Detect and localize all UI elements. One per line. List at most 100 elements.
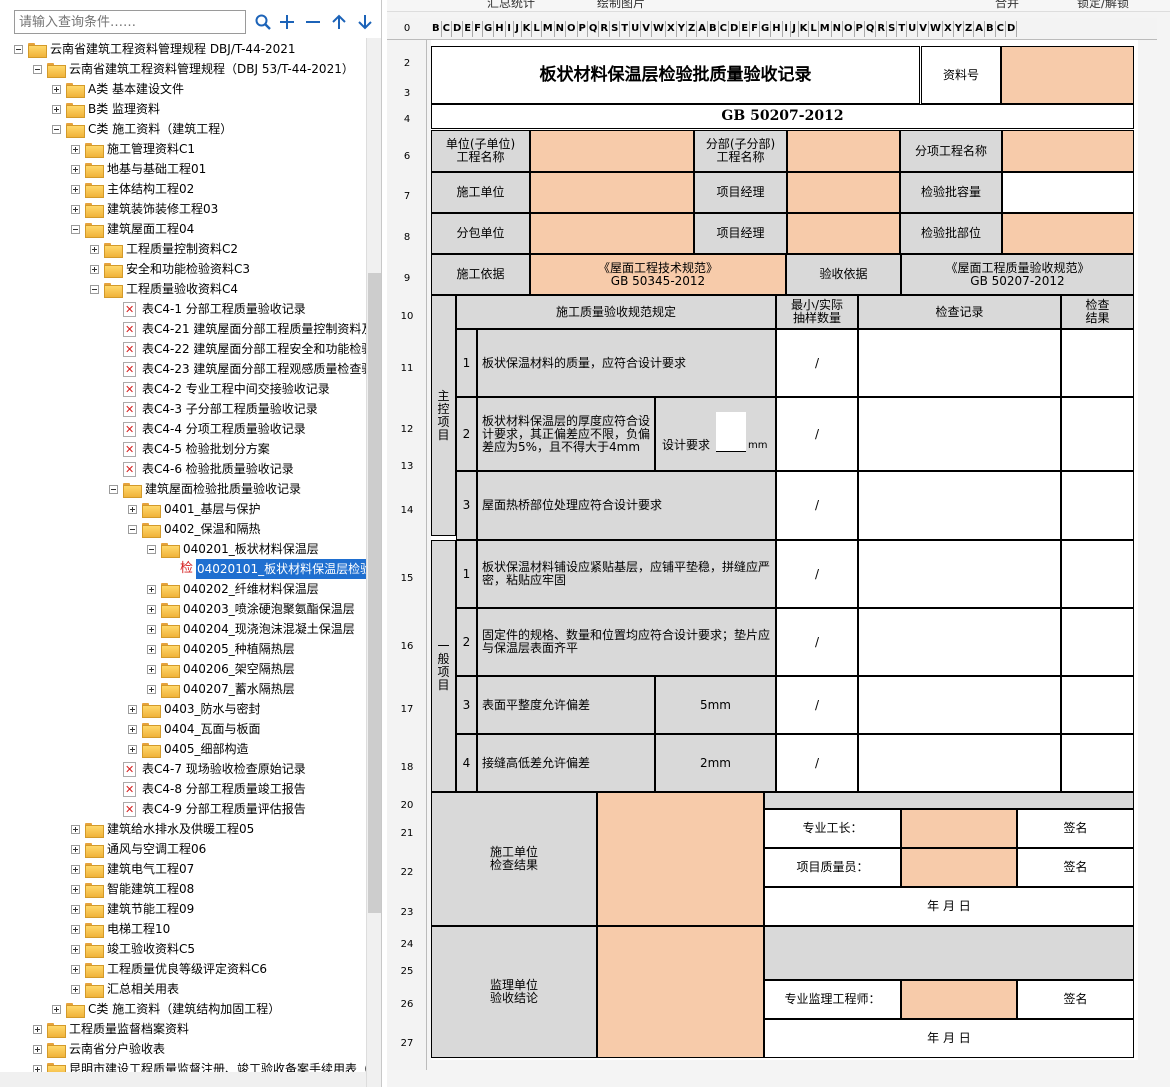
collapse-icon[interactable] (52, 124, 61, 134)
summary-button[interactable]: 汇总统计 (487, 0, 535, 11)
expand-icon[interactable] (71, 204, 80, 214)
tree-item[interactable]: 工程质量监督档案资料 (33, 1019, 190, 1039)
column-letter[interactable]: N (555, 21, 567, 37)
tree-item[interactable]: 主体结构工程02 (71, 179, 195, 199)
project-manager-value[interactable] (787, 172, 900, 213)
tree-item[interactable]: 汇总相关用表 (71, 979, 180, 999)
tree-item[interactable]: 0402_保温和隔热 (128, 519, 262, 539)
expand-icon[interactable] (90, 244, 99, 254)
collapse-icon[interactable] (147, 544, 156, 554)
g2-result[interactable] (1061, 608, 1134, 676)
column-letter[interactable]: F (473, 21, 483, 37)
collapse-icon[interactable] (14, 44, 23, 54)
tree-item[interactable]: 表C4-4 分项工程质量验收记录 (109, 419, 307, 439)
column-letter[interactable]: T (897, 21, 908, 37)
collapse-icon[interactable] (90, 284, 99, 294)
row-number[interactable]: 24 (387, 939, 427, 950)
column-letter[interactable]: U (630, 21, 642, 37)
tree-item[interactable]: 表C4-8 分部工程质量竣工报告 (109, 779, 307, 799)
tree-item[interactable]: 表C4-23 建筑屋面分部工程观感质量检查验 (109, 359, 366, 379)
collapse-all-button[interactable] (302, 10, 324, 34)
expand-icon[interactable] (71, 904, 80, 914)
quality-inspector-value[interactable] (901, 848, 1017, 887)
tree-item[interactable]: 表C4-1 分部工程质量验收记录 (109, 299, 307, 319)
row-number[interactable]: 21 (387, 828, 427, 839)
expand-icon[interactable] (52, 84, 61, 94)
expand-icon[interactable] (147, 584, 156, 594)
item-name-value[interactable] (1002, 130, 1134, 172)
row-number[interactable]: 12 (387, 424, 427, 435)
row-number[interactable]: 15 (387, 573, 427, 584)
column-letter[interactable]: I (783, 21, 791, 37)
column-letter[interactable]: A (974, 21, 986, 37)
collapse-icon[interactable] (71, 224, 80, 234)
column-letter[interactable]: W (929, 21, 944, 37)
tree-item[interactable]: 表C4-3 子分部工程质量验收记录 (109, 399, 319, 419)
tree-item[interactable]: 040202_纤维材料保温层 (147, 579, 320, 599)
batch-location-value[interactable] (1002, 213, 1134, 254)
column-letter[interactable]: J (791, 21, 799, 37)
column-letter[interactable]: D (452, 21, 464, 37)
column-letter[interactable]: D (729, 21, 741, 37)
search-button[interactable] (252, 10, 274, 34)
row-number[interactable]: 2 (387, 58, 427, 69)
tree-item[interactable]: 040204_现浇泡沫混凝土保温层 (147, 619, 356, 639)
part-name-value[interactable] (787, 130, 900, 172)
tree-item[interactable]: 云南省建筑工程资料管理规程 DBJ/T-44-2021 (14, 39, 297, 59)
expand-icon[interactable] (147, 644, 156, 654)
column-letter[interactable]: L (809, 21, 819, 37)
g2-record[interactable] (858, 608, 1061, 676)
row-number[interactable]: 25 (387, 966, 427, 977)
sub-project-manager-value[interactable] (787, 213, 900, 254)
g1-sample[interactable]: / (776, 540, 858, 608)
expand-icon[interactable] (52, 1004, 61, 1014)
g1-result[interactable] (1061, 540, 1134, 608)
row-number[interactable]: 11 (387, 363, 427, 374)
tree-item[interactable]: 智能建筑工程08 (71, 879, 195, 899)
column-letter[interactable]: O (566, 21, 578, 37)
column-letter[interactable]: V (918, 21, 930, 37)
tree-item[interactable]: 0405_细部构造 (128, 739, 250, 759)
tree-item[interactable]: 0401_基层与保护 (128, 499, 262, 519)
column-letter[interactable]: P (855, 21, 865, 37)
collapse-icon[interactable] (109, 484, 118, 494)
expand-icon[interactable] (71, 984, 80, 994)
column-letter[interactable]: P (578, 21, 588, 37)
row-number[interactable]: 3 (387, 88, 427, 99)
expand-icon[interactable] (33, 1044, 42, 1054)
column-letter[interactable]: D (1006, 21, 1018, 37)
construct-unit-value[interactable] (530, 172, 694, 213)
column-letter[interactable]: R (876, 21, 888, 37)
row-number[interactable]: 14 (387, 505, 427, 516)
column-letter[interactable]: U (907, 21, 919, 37)
supervision-value[interactable] (597, 926, 764, 1058)
row-number[interactable]: 9 (387, 273, 427, 284)
expand-icon[interactable] (71, 884, 80, 894)
column-letter[interactable]: G (483, 21, 495, 37)
tree-item[interactable]: B类 监理资料 (52, 99, 161, 119)
doc-no-value[interactable] (1001, 46, 1134, 104)
column-letter[interactable]: A (697, 21, 709, 37)
column-letter[interactable]: O (843, 21, 855, 37)
row-number[interactable]: 4 (387, 114, 427, 125)
tree-item[interactable]: 建筑给水排水及供暖工程05 (71, 819, 255, 839)
m3-result[interactable] (1061, 471, 1134, 540)
tree-item[interactable]: 0404_瓦面与板面 (128, 719, 262, 739)
column-letter[interactable]: K (522, 21, 533, 37)
tree-item[interactable]: 表C4-21 建筑屋面分部工程质量控制资料及 (109, 319, 366, 339)
m2-record[interactable] (858, 397, 1061, 471)
column-letter[interactable]: J (514, 21, 522, 37)
column-letter[interactable]: V (641, 21, 652, 37)
tree-item[interactable]: 电梯工程10 (71, 919, 171, 939)
tree-item[interactable]: 表C4-7 现场验收检查原始记录 (109, 759, 307, 779)
column-letter[interactable]: Y (677, 21, 687, 37)
tree-item[interactable]: 建筑电气工程07 (71, 859, 195, 879)
column-letter[interactable]: Q (588, 21, 600, 37)
column-letter[interactable]: C (442, 21, 452, 37)
tree-item[interactable]: 建筑节能工程09 (71, 899, 195, 919)
basis-value[interactable]: 《屋面工程技术规范》 GB 50345-2012 (530, 254, 786, 295)
row-number[interactable]: 13 (387, 461, 427, 472)
expand-icon[interactable] (128, 724, 137, 734)
supervisor-value[interactable] (901, 980, 1017, 1019)
column-letter[interactable]: X (943, 21, 954, 37)
